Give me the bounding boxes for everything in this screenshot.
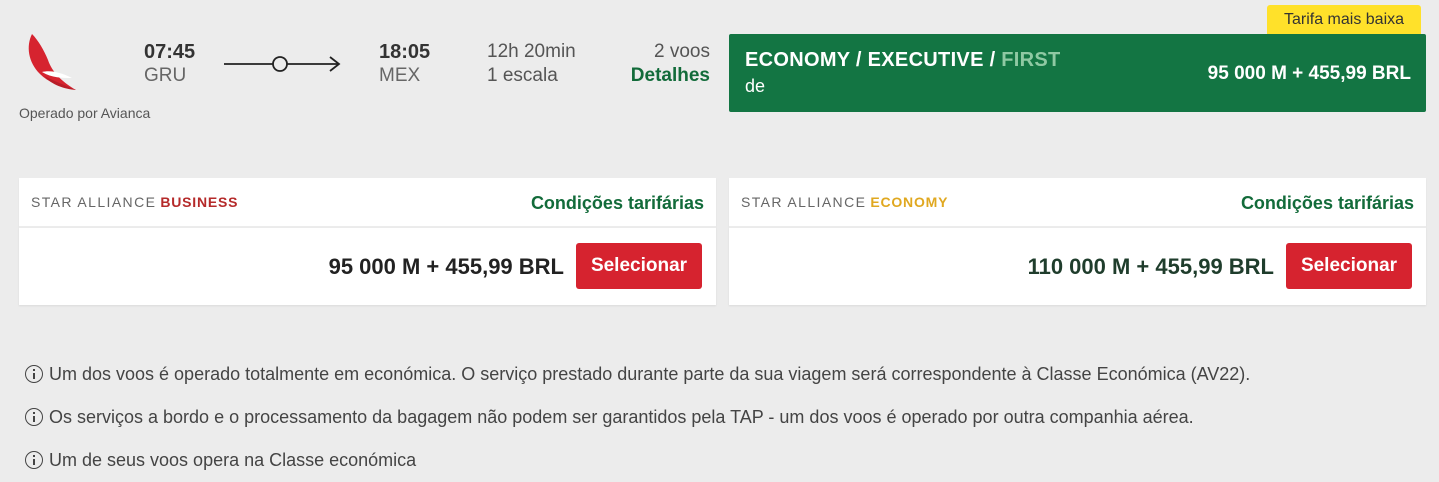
notes-list: Um dos voos é operado totalmente em econ… <box>25 362 1250 482</box>
departure-time: 07:45 <box>144 41 196 63</box>
cabin-class-first: FIRST <box>1001 49 1061 71</box>
fare-price: 110 000 M + 455,99 BRL <box>1027 254 1274 279</box>
cabin-classes-prefix: ECONOMY / EXECUTIVE / <box>745 49 1002 71</box>
note-item: Um dos voos é operado totalmente em econ… <box>25 362 1250 386</box>
note-item: Os serviços a bordo e o processamento da… <box>25 405 1250 429</box>
fare-card-body: 110 000 M + 455,99 BRL Selecionar <box>729 228 1426 305</box>
note-text: Um de seus voos opera na Classe económic… <box>49 449 417 470</box>
from-label: de <box>745 76 766 96</box>
cabin-name: BUSINESS <box>160 194 239 210</box>
route-arrow-icon <box>224 56 341 72</box>
info-icon <box>25 365 43 383</box>
flights-summary: 2 voos Detalhes <box>631 40 710 88</box>
note-item: Um de seus voos opera na Classe económic… <box>25 448 1250 472</box>
duration-block: 12h 20min 1 escala <box>487 40 576 88</box>
info-icon <box>25 451 43 469</box>
alliance-name: STAR ALLIANCE <box>741 194 867 210</box>
fare-card-business: STAR ALLIANCE BUSINESS Condições tarifári… <box>19 178 716 307</box>
fare-card-header: STAR ALLIANCE ECONOMY Condições tarifária… <box>729 178 1426 228</box>
select-button[interactable]: Selecionar <box>576 243 702 289</box>
cabin-classes: ECONOMY / EXECUTIVE / FIRST <box>745 49 1061 72</box>
note-text: Um dos voos é operado totalmente em econ… <box>49 363 1251 384</box>
flight-stops: 1 escala <box>487 65 558 86</box>
best-fare-price: 95 000 M + 455,99 BRL <box>1207 63 1411 84</box>
fare-card-header: STAR ALLIANCE BUSINESS Condições tarifári… <box>19 178 716 228</box>
select-button[interactable]: Selecionar <box>1286 243 1412 289</box>
fare-conditions-link[interactable]: Condições tarifárias <box>1241 193 1414 214</box>
fare-price: 95 000 M + 455,99 BRL <box>328 254 564 279</box>
flights-count: 2 voos <box>654 41 710 62</box>
lowest-fare-badge: Tarifa mais baixa <box>1267 5 1421 34</box>
departure-block: 07:45 GRU <box>144 40 195 88</box>
arrival-time: 18:05 <box>379 41 431 63</box>
alliance-label: STAR ALLIANCE BUSINESS <box>31 194 238 210</box>
fare-card-economy: STAR ALLIANCE ECONOMY Condições tarifária… <box>729 178 1426 307</box>
arrival-airport: MEX <box>379 65 421 86</box>
flight-duration: 12h 20min <box>487 41 576 62</box>
details-link[interactable]: Detalhes <box>631 64 710 88</box>
note-text: Os serviços a bordo e o processamento da… <box>49 406 1194 427</box>
avianca-logo-icon <box>28 34 77 90</box>
departure-airport: GRU <box>144 65 187 86</box>
arrival-block: 18:05 MEX <box>379 40 430 88</box>
alliance-name: STAR ALLIANCE <box>31 194 157 210</box>
info-icon <box>25 408 43 426</box>
fare-card-body: 95 000 M + 455,99 BRL Selecionar <box>19 228 716 305</box>
fare-conditions-link[interactable]: Condições tarifárias <box>531 193 704 214</box>
best-fare-panel[interactable]: ECONOMY / EXECUTIVE / FIRST de 95 000 M … <box>729 34 1426 112</box>
operated-by-label: Operado por Avianca <box>19 105 151 121</box>
alliance-label: STAR ALLIANCE ECONOMY <box>741 194 948 210</box>
cabin-name: ECONOMY <box>870 194 949 210</box>
